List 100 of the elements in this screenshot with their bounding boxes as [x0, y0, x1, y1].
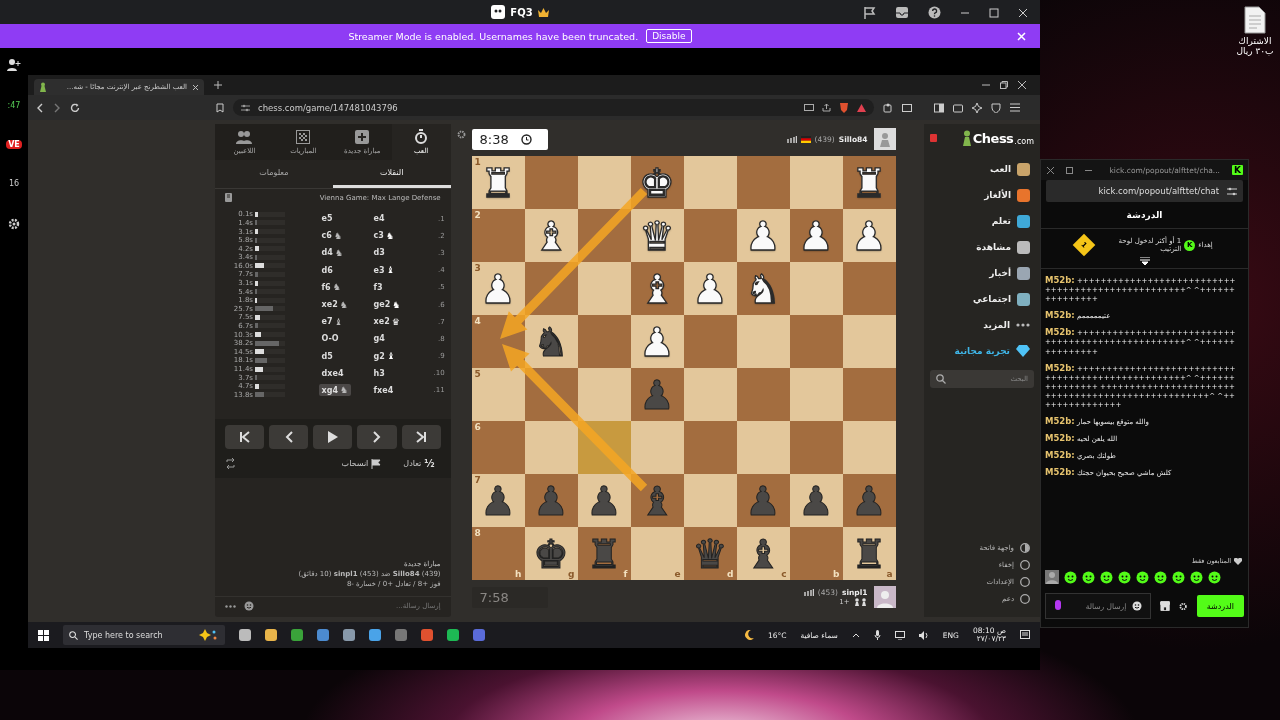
chess-piece[interactable]: ♝ [639, 268, 675, 309]
collapse-icon[interactable] [1139, 257, 1150, 265]
chess-piece[interactable]: ♞ [533, 321, 569, 362]
disable-button[interactable]: Disable [646, 29, 692, 43]
move[interactable]: g4 [370, 333, 388, 345]
first-move-button[interactable] [225, 425, 265, 450]
sidebar-item[interactable]: تجربة مجانية [929, 338, 1034, 364]
board-square[interactable]: ♟ [789, 209, 843, 262]
chess-logo[interactable]: Chess.com [961, 130, 1034, 146]
chess-piece[interactable]: ♚ [533, 533, 569, 574]
emote-icon[interactable] [1208, 570, 1221, 584]
move[interactable]: e7 ♝ [318, 315, 346, 328]
bookmark-icon[interactable] [216, 102, 224, 113]
move[interactable]: f6 ♞ [318, 281, 344, 294]
sidebar-item[interactable]: العب [929, 156, 1034, 182]
reload-icon[interactable] [70, 102, 80, 113]
flip-board-icon[interactable] [225, 458, 236, 470]
site-settings-icon[interactable] [241, 103, 250, 112]
move[interactable]: h3 [370, 367, 388, 379]
move[interactable]: e5 [318, 213, 336, 225]
sidebar-item[interactable]: أخبار [929, 260, 1034, 286]
screen-icon[interactable] [804, 103, 814, 112]
close-icon[interactable] [1018, 81, 1026, 89]
network-icon[interactable] [894, 630, 905, 640]
move[interactable]: d4 ♞ [318, 246, 346, 259]
document-icon[interactable] [1244, 6, 1266, 34]
sidebar-item[interactable]: الألغاز [929, 182, 1034, 208]
address-bar[interactable]: kick.com/popout/alfttet/chat [1046, 180, 1243, 202]
menu-icon[interactable] [1010, 103, 1020, 112]
triangle-icon[interactable] [857, 103, 866, 112]
emoji-icon[interactable] [1132, 601, 1143, 611]
add-friend-icon[interactable] [7, 58, 21, 71]
board-square[interactable]: b [789, 527, 843, 580]
board-square[interactable]: 6 [471, 421, 525, 474]
emote-icon[interactable] [1172, 570, 1185, 584]
board-square[interactable]: ♟ [789, 474, 843, 527]
move[interactable]: dxe4 [318, 367, 347, 379]
close-icon[interactable] [192, 83, 199, 91]
minimize-icon[interactable] [982, 81, 990, 89]
board-square[interactable]: 5 [471, 368, 525, 421]
microphone-icon[interactable] [873, 630, 881, 640]
emote-icon[interactable] [1190, 570, 1203, 584]
emote-icon[interactable] [1082, 570, 1095, 584]
share-icon[interactable] [822, 103, 831, 112]
sliders-icon[interactable] [1227, 186, 1237, 196]
help-icon[interactable] [928, 6, 941, 19]
next-move-button[interactable] [357, 425, 397, 450]
emote-icon[interactable] [1064, 570, 1077, 584]
move[interactable]: e3 ♝ [370, 264, 398, 277]
board-square[interactable]: ♞ [736, 262, 790, 315]
move[interactable]: xe2 ♛ [370, 315, 403, 328]
close-icon[interactable] [1047, 166, 1054, 174]
move[interactable]: d6 [318, 264, 336, 276]
chess-piece[interactable]: ♟ [480, 480, 516, 521]
inbox-icon[interactable] [895, 6, 909, 19]
move[interactable]: ge2 ♞ [370, 298, 404, 311]
panel-tab[interactable]: معلومات [215, 160, 333, 188]
previous-move-button[interactable] [269, 425, 309, 450]
speaker-icon[interactable] [918, 630, 929, 640]
chess-piece[interactable]: ♟ [798, 215, 834, 256]
back-icon[interactable] [36, 102, 44, 113]
sidebar-item[interactable]: تعلم [929, 208, 1034, 234]
sidebar-item[interactable]: مشاهدة [929, 234, 1034, 260]
move[interactable]: O-O [318, 333, 342, 345]
chess-piece[interactable]: ♞ [745, 268, 781, 309]
chess-piece[interactable]: ♜ [851, 162, 887, 203]
close-icon[interactable] [1018, 7, 1028, 18]
new-tab-icon[interactable] [214, 81, 222, 89]
chevron-up-icon[interactable] [851, 632, 860, 638]
address-bar[interactable]: chess.com/game/147481043796 [233, 99, 874, 116]
more-icon[interactable] [225, 604, 236, 608]
board-square[interactable]: ♟ [577, 474, 631, 527]
server-label[interactable]: VE [6, 140, 22, 149]
move[interactable]: d3 [370, 247, 388, 259]
settings-icon[interactable] [8, 218, 20, 230]
server-label[interactable]: :47 [7, 101, 21, 110]
sparkle-icon[interactable] [972, 102, 982, 113]
sidebar-icon[interactable] [934, 102, 944, 113]
app-icon[interactable] [473, 629, 485, 641]
server-label[interactable]: 16 [8, 179, 20, 188]
chess-piece[interactable]: ♝ [745, 533, 781, 574]
play-button[interactable] [313, 425, 353, 450]
move[interactable]: g2 ♝ [370, 350, 398, 363]
resign-button[interactable]: انسحاب [335, 457, 388, 470]
move[interactable]: e4 [370, 213, 388, 225]
windows-icon[interactable] [38, 629, 49, 641]
move[interactable]: fxe4 [370, 384, 397, 396]
board-square[interactable]: 2 [471, 209, 525, 262]
board-square[interactable]: 8 h [471, 527, 525, 580]
flag-icon[interactable] [863, 6, 876, 19]
chess-piece[interactable]: ♟ [798, 480, 834, 521]
sidebar-item[interactable]: اجتماعي [929, 286, 1034, 312]
move[interactable]: xg4 ♞ [318, 384, 352, 397]
emote-icon[interactable] [1154, 570, 1167, 584]
last-move-button[interactable] [401, 425, 441, 450]
board-square[interactable]: ♝ [630, 262, 684, 315]
emote-icon[interactable] [1136, 570, 1149, 584]
board-square[interactable]: e [630, 527, 684, 580]
emote-icon[interactable] [1118, 570, 1131, 584]
sidebar-item[interactable]: المزيد [929, 312, 1034, 338]
